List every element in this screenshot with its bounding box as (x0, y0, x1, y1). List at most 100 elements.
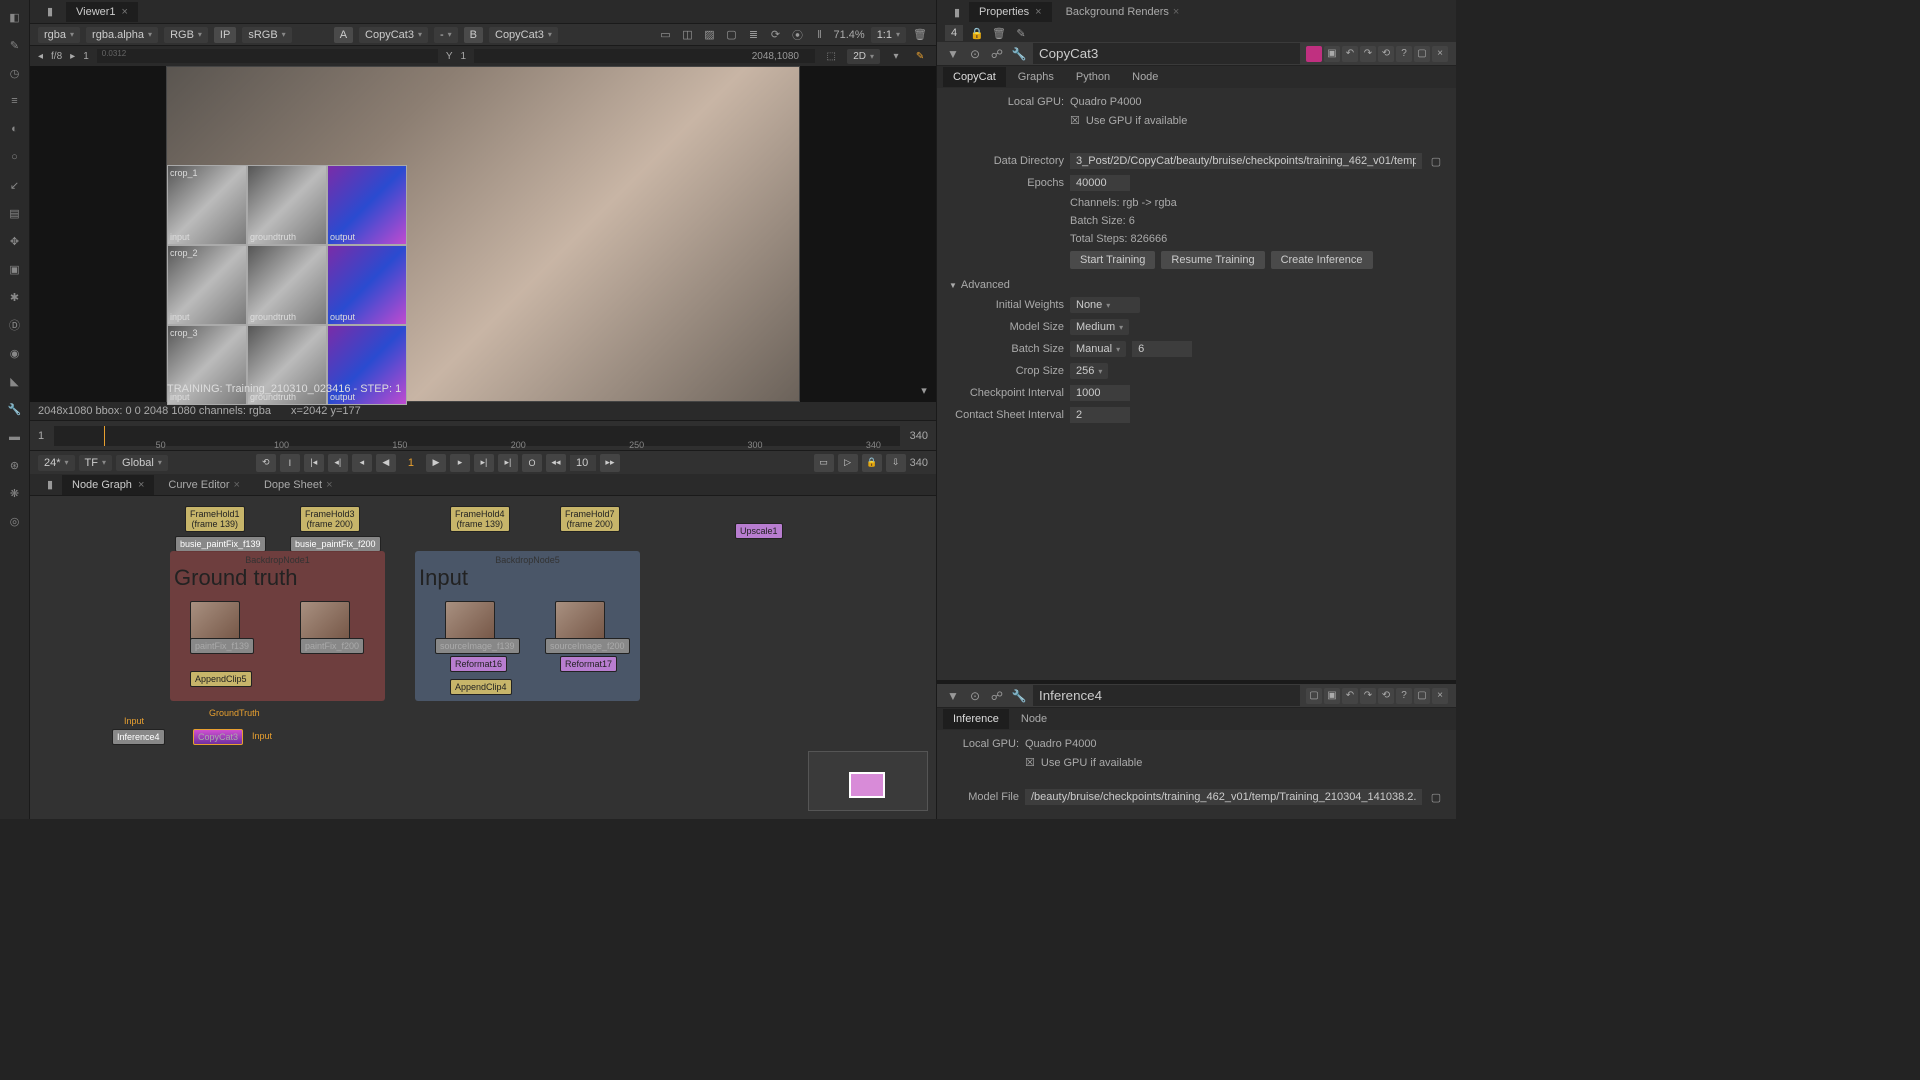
minimap[interactable] (808, 751, 928, 811)
last-frame-button[interactable]: ▸| (498, 454, 518, 472)
scope-dropdown[interactable]: Global (116, 455, 168, 471)
node-reformat[interactable]: Reformat17 (560, 656, 617, 672)
subtab-graphs[interactable]: Graphs (1008, 67, 1064, 87)
close-icon[interactable]: × (1432, 46, 1448, 62)
node-paintfix[interactable]: busie_paintFix_f139 (175, 536, 266, 552)
tool-tag-icon[interactable]: ◣ (6, 372, 24, 390)
checkpoint-input[interactable] (1070, 385, 1130, 401)
expand-icon[interactable]: ▾ (916, 382, 932, 398)
node-framehold[interactable]: FrameHold7 (frame 200) (560, 506, 620, 532)
loop-icon[interactable]: ⟲ (256, 454, 276, 472)
folder-icon[interactable]: ▢ (1428, 789, 1444, 805)
tool-pen-icon[interactable]: ✎ (6, 36, 24, 54)
folder-icon[interactable]: ▢ (1428, 153, 1444, 169)
mode-2d-dropdown[interactable]: 2D (847, 49, 880, 64)
gpu-checkbox-label[interactable]: Use GPU if available (1086, 115, 1188, 127)
close-icon[interactable]: × (1432, 688, 1448, 704)
link-icon[interactable]: ☍ (989, 688, 1005, 704)
revert-icon[interactable]: ⟲ (1378, 688, 1394, 704)
download-icon[interactable]: ⇩ (886, 454, 906, 472)
roi-icon[interactable]: ⬚ (823, 48, 839, 64)
contact-input[interactable] (1070, 407, 1130, 423)
node-appendclip[interactable]: AppendClip4 (450, 679, 512, 695)
epochs-input[interactable] (1070, 175, 1130, 191)
data-dir-input[interactable] (1070, 153, 1422, 169)
node-name-input[interactable] (1033, 43, 1300, 64)
node-copycat[interactable]: CopyCat3 (193, 729, 243, 745)
lock-icon[interactable]: 🔒 (969, 25, 985, 41)
lock-icon[interactable]: 🔒 (862, 454, 882, 472)
timeline-start[interactable]: 1 (38, 430, 44, 442)
batch-mode-dropdown[interactable]: Manual (1070, 341, 1126, 357)
model-file-input[interactable] (1025, 789, 1422, 805)
frame-value[interactable]: 1 (83, 51, 89, 62)
help-icon[interactable]: ? (1396, 46, 1412, 62)
chevron-down-icon[interactable]: ▼ (945, 46, 961, 62)
center-icon[interactable]: ▣ (1324, 688, 1340, 704)
create-inference-button[interactable]: Create Inference (1271, 251, 1373, 269)
tool-move-icon[interactable]: ✥ (6, 232, 24, 250)
trash-icon[interactable]: 🗑 (912, 27, 928, 43)
arrow-right-icon[interactable]: ▸ (70, 51, 75, 62)
advanced-section[interactable]: Advanced (949, 279, 1444, 291)
tool-disk-icon[interactable]: ▬ (6, 428, 24, 446)
maximize-icon[interactable]: ▢ (1414, 46, 1430, 62)
node-label[interactable]: paintFix_f139 (190, 638, 254, 654)
tf-dropdown[interactable]: TF (79, 455, 112, 471)
wipe-icon[interactable]: ▭ (657, 27, 673, 43)
in-point-button[interactable]: I (280, 454, 300, 472)
panel-count[interactable]: 4 (945, 25, 963, 41)
tab-properties[interactable]: Properties× (969, 2, 1052, 22)
timeline-track[interactable]: 50 100 150 200 250 300 340 (54, 426, 900, 446)
overlay-icon[interactable]: ◫ (679, 27, 695, 43)
next-key-button[interactable]: ▸| (474, 454, 494, 472)
wrench-icon[interactable]: 🔧 (1011, 46, 1027, 62)
help-icon[interactable]: ? (1396, 688, 1412, 704)
tool-globe-icon[interactable]: ⊛ (6, 456, 24, 474)
color-swatch[interactable]: ▢ (1306, 688, 1322, 704)
play-icon[interactable]: ▷ (838, 454, 858, 472)
out-point-button[interactable]: O (522, 454, 542, 472)
window-icon[interactable]: ▢ (723, 27, 739, 43)
subtab-node[interactable]: Node (1011, 709, 1057, 729)
play-forward-button[interactable]: ▶ (426, 454, 446, 472)
alpha-dropdown[interactable]: rgba.alpha (86, 27, 158, 43)
trash-icon[interactable]: 🗑 (991, 25, 1007, 41)
node-reformat[interactable]: Reformat16 (450, 656, 507, 672)
target-icon[interactable]: ⊙ (967, 46, 983, 62)
tab-dope-sheet[interactable]: Dope Sheet× (254, 475, 343, 495)
node-paintfix[interactable]: busie_paintFix_f200 (290, 536, 381, 552)
timeline[interactable]: 1 50 100 150 200 250 300 340 340 (30, 420, 936, 450)
y-value[interactable]: 1 (461, 51, 467, 62)
checkbox-icon[interactable]: ☒ (1025, 756, 1035, 769)
tool-layers-icon[interactable]: ▤ (6, 204, 24, 222)
channel-dropdown[interactable]: rgba (38, 27, 80, 43)
close-icon[interactable]: × (122, 6, 128, 18)
dashed-icon[interactable]: ▨ (701, 27, 717, 43)
ratio-dropdown[interactable]: 1:1 (871, 27, 906, 43)
revert-icon[interactable]: ⟲ (1378, 46, 1394, 62)
panel-menu-icon[interactable]: ▮ (42, 477, 58, 493)
tool-target-icon[interactable]: ◎ (6, 512, 24, 530)
tool-eye-icon[interactable]: ◉ (6, 344, 24, 362)
color-swatch[interactable] (1306, 46, 1322, 62)
b-buffer-toggle[interactable]: B (464, 27, 483, 43)
a-buffer-toggle[interactable]: A (334, 27, 353, 43)
jump-forward-button[interactable]: ▸▸ (600, 454, 620, 472)
wrench-icon[interactable]: 🔧 (1011, 688, 1027, 704)
step-forward-button[interactable]: ▸ (450, 454, 470, 472)
lut-dropdown[interactable]: sRGB (242, 27, 291, 43)
tool-d-icon[interactable]: Ⓓ (6, 316, 24, 334)
fstop-value[interactable]: f/8 (51, 51, 62, 62)
node-label[interactable]: paintFix_f200 (300, 638, 364, 654)
tool-stack-icon[interactable]: ≡ (6, 92, 24, 110)
maximize-icon[interactable]: ▢ (1414, 688, 1430, 704)
node-upscale[interactable]: Upscale1 (735, 523, 783, 539)
a-dash-dropdown[interactable]: - (434, 27, 458, 43)
node-framehold[interactable]: FrameHold3 (frame 200) (300, 506, 360, 532)
start-training-button[interactable]: Start Training (1070, 251, 1155, 269)
batch-size-input[interactable] (1132, 341, 1192, 357)
tool-circle-icon[interactable]: ○ (6, 148, 24, 166)
subtab-inference[interactable]: Inference (943, 709, 1009, 729)
tool-wrench-icon[interactable]: 🔧 (6, 400, 24, 418)
